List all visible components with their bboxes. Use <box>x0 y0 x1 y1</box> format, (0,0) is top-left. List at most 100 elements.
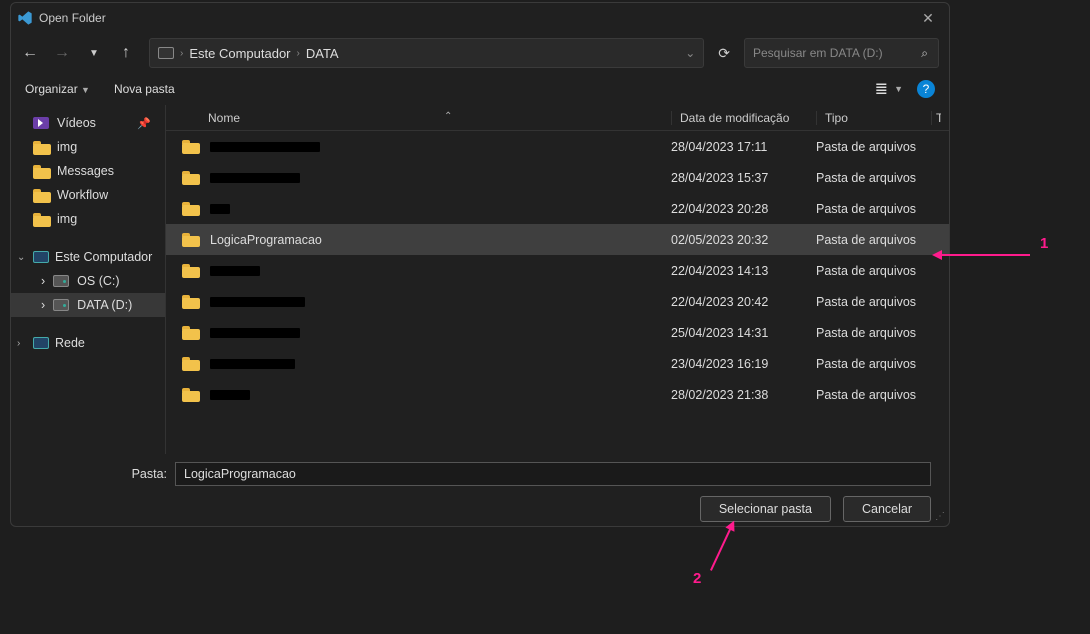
sidebar-item[interactable]: Workflow <box>11 183 165 207</box>
sidebar-item[interactable]: img <box>11 135 165 159</box>
date-modified: 23/04/2023 16:19 <box>671 357 816 371</box>
column-size[interactable]: T <box>931 111 941 125</box>
view-mode-icon[interactable]: ≣▼ <box>875 79 903 99</box>
annotation-arrow-1 <box>940 254 1030 256</box>
file-type: Pasta de arquivos <box>816 264 931 278</box>
table-row[interactable]: 22/04/2023 20:28Pasta de arquivos <box>166 193 949 224</box>
redacted-text <box>210 142 320 152</box>
nav-up-icon[interactable]: ↑ <box>117 44 135 62</box>
column-name[interactable]: Nome⌃ <box>174 111 671 125</box>
folder-icon <box>182 388 200 402</box>
redacted-text <box>210 390 250 400</box>
folder-name-input[interactable] <box>175 462 931 486</box>
titlebar: Open Folder ✕ <box>11 3 949 33</box>
navbar: ← → ▼ ↑ › Este Computador › DATA ⌄ ⟳ Pes… <box>11 33 949 73</box>
file-type: Pasta de arquivos <box>816 326 931 340</box>
close-icon[interactable]: ✕ <box>913 10 943 27</box>
chevron-right-icon: › <box>41 274 45 288</box>
chevron-right-icon: › <box>297 48 300 59</box>
chevron-down-icon[interactable]: ⌄ <box>685 46 695 60</box>
date-modified: 28/04/2023 17:11 <box>671 140 816 154</box>
folder-label: Pasta: <box>25 467 167 481</box>
file-type: Pasta de arquivos <box>816 388 931 402</box>
sidebar-computer[interactable]: ⌄ Este Computador <box>11 245 165 269</box>
chevron-right-icon: › <box>41 298 45 312</box>
redacted-text <box>210 359 295 369</box>
dialog-footer: Pasta: Selecionar pasta Cancelar <box>11 454 949 526</box>
sidebar-item-label: Messages <box>57 164 114 178</box>
help-icon[interactable]: ? <box>917 80 935 98</box>
sort-asc-icon: ⌃ <box>444 111 452 122</box>
sidebar-item-label: DATA (D:) <box>77 298 132 312</box>
sidebar-item[interactable]: Messages <box>11 159 165 183</box>
table-row[interactable]: 23/04/2023 16:19Pasta de arquivos <box>166 348 949 379</box>
table-row[interactable]: 28/02/2023 21:38Pasta de arquivos <box>166 379 949 410</box>
drive-icon <box>53 275 69 287</box>
sidebar-item-label: Vídeos <box>57 116 96 130</box>
open-folder-dialog: Open Folder ✕ ← → ▼ ↑ › Este Computador … <box>10 2 950 527</box>
computer-icon <box>158 47 174 59</box>
file-type: Pasta de arquivos <box>816 357 931 371</box>
table-row[interactable]: 22/04/2023 14:13Pasta de arquivos <box>166 255 949 286</box>
folder-icon <box>182 140 200 154</box>
nav-parent-icon[interactable]: ▼ <box>85 48 103 59</box>
folder-icon <box>182 171 200 185</box>
sidebar-item-label: Rede <box>55 336 85 350</box>
cancel-button[interactable]: Cancelar <box>843 496 931 522</box>
redacted-text <box>210 297 305 307</box>
breadcrumb-segment[interactable]: Este Computador <box>189 46 290 61</box>
redacted-text <box>210 328 300 338</box>
sidebar: Vídeos 📌 img Messages Workflow img ⌄ Este Compu… <box>11 105 166 454</box>
nav-back-icon[interactable]: ← <box>21 44 39 62</box>
select-folder-button[interactable]: Selecionar pasta <box>700 496 831 522</box>
search-input[interactable]: Pesquisar em DATA (D:) ⌕ <box>744 38 939 68</box>
toolbar: Organizar ▼ Nova pasta ≣▼ ? <box>11 73 949 105</box>
sidebar-item[interactable]: Vídeos 📌 <box>11 111 165 135</box>
column-type[interactable]: Tipo <box>816 111 931 125</box>
folder-icon <box>33 165 49 177</box>
date-modified: 22/04/2023 14:13 <box>671 264 816 278</box>
folder-icon <box>33 213 49 225</box>
table-row[interactable]: 25/04/2023 14:31Pasta de arquivos <box>166 317 949 348</box>
sidebar-item-label: img <box>57 212 77 226</box>
sidebar-drive[interactable]: › OS (C:) <box>11 269 165 293</box>
date-modified: 22/04/2023 20:42 <box>671 295 816 309</box>
organize-menu[interactable]: Organizar ▼ <box>25 82 90 96</box>
breadcrumb-segment[interactable]: DATA <box>306 46 339 61</box>
sidebar-item[interactable]: img <box>11 207 165 231</box>
annotation-arrow-2 <box>710 527 732 570</box>
folder-icon <box>182 295 200 309</box>
file-type: Pasta de arquivos <box>816 140 931 154</box>
breadcrumb[interactable]: › Este Computador › DATA ⌄ <box>149 38 704 68</box>
chevron-down-icon: ⌄ <box>17 252 27 263</box>
video-icon <box>33 117 49 129</box>
table-row[interactable]: LogicaProgramacao02/05/2023 20:32Pasta d… <box>166 224 949 255</box>
chevron-right-icon: › <box>180 48 183 59</box>
pin-icon: 📌 <box>137 117 151 130</box>
new-folder-button[interactable]: Nova pasta <box>114 82 175 96</box>
folder-icon <box>182 326 200 340</box>
file-type: Pasta de arquivos <box>816 295 931 309</box>
table-row[interactable]: 22/04/2023 20:42Pasta de arquivos <box>166 286 949 317</box>
file-type: Pasta de arquivos <box>816 171 931 185</box>
chevron-right-icon: › <box>17 338 27 349</box>
sidebar-network[interactable]: › Rede <box>11 331 165 355</box>
folder-icon <box>33 189 49 201</box>
sidebar-item-label: img <box>57 140 77 154</box>
sidebar-item-label: Este Computador <box>55 250 152 264</box>
folder-icon <box>182 357 200 371</box>
folder-icon <box>33 141 49 153</box>
resize-grip-icon[interactable]: ⋰ <box>935 511 945 522</box>
chevron-down-icon: ▼ <box>894 84 903 94</box>
table-row[interactable]: 28/04/2023 17:11Pasta de arquivos <box>166 131 949 162</box>
refresh-icon[interactable]: ⟳ <box>718 45 730 62</box>
sidebar-item-label: OS (C:) <box>77 274 119 288</box>
sidebar-drive[interactable]: › DATA (D:) <box>11 293 165 317</box>
computer-icon <box>33 251 49 263</box>
nav-forward-icon[interactable]: → <box>53 44 71 62</box>
sidebar-item-label: Workflow <box>57 188 108 202</box>
chevron-down-icon: ▼ <box>81 85 90 95</box>
column-date[interactable]: Data de modificação <box>671 111 816 125</box>
table-row[interactable]: 28/04/2023 15:37Pasta de arquivos <box>166 162 949 193</box>
search-icon: ⌕ <box>921 46 928 61</box>
